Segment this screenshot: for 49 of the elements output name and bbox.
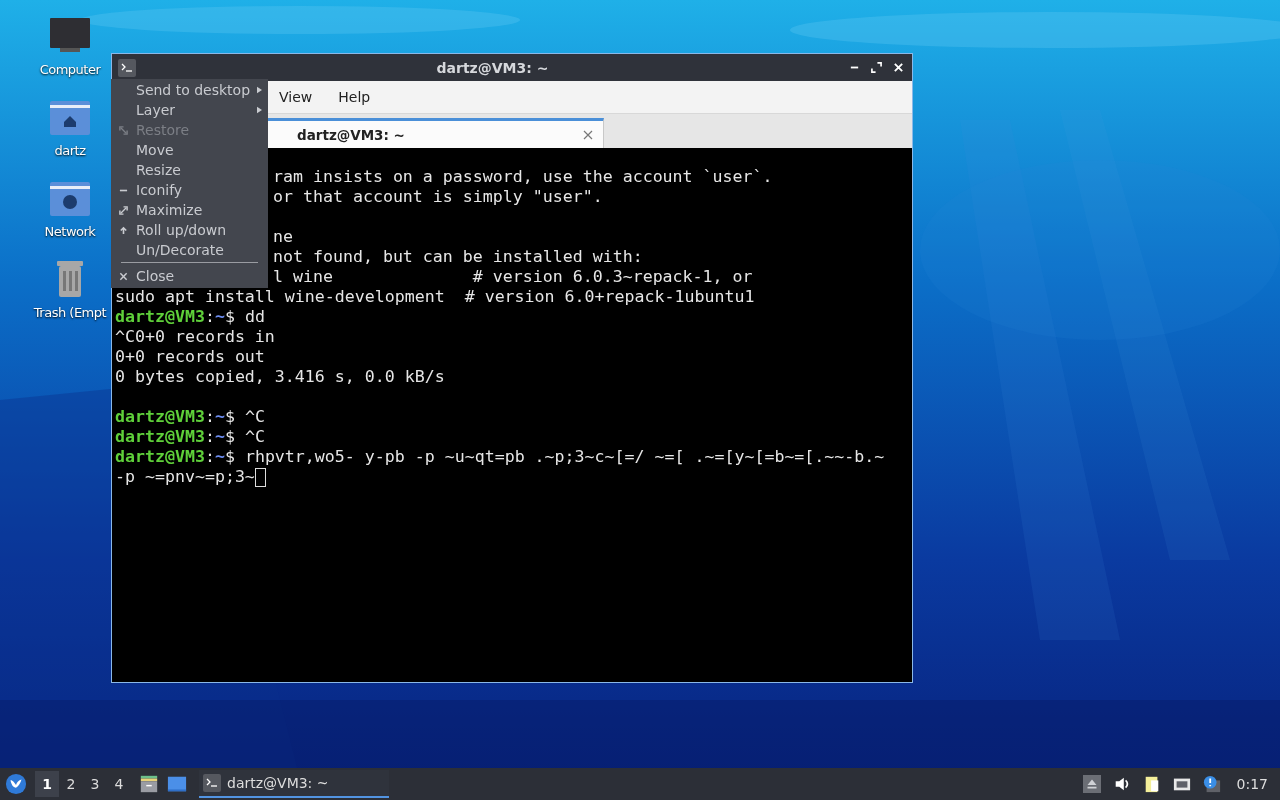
workspace-button[interactable]: 3 [83,771,107,797]
icon-label[interactable]: dartz [54,143,86,158]
window-title: dartz@VM3: ~ [435,59,550,76]
notification-icon[interactable] [1202,775,1221,793]
menu-item[interactable]: Maximize [111,200,268,220]
terminal-line: l wine # version 6.0.3~repack-1, or [273,267,753,287]
file-cabinet-icon[interactable] [139,774,159,794]
terminal-icon [203,774,221,792]
menu-item[interactable]: Roll up/down [111,220,268,240]
terminal-icon[interactable] [118,58,136,77]
terminal-line: ^C0+0 records in [115,327,275,347]
terminal-line: -p ~=pnv~=p;3~ [115,467,255,487]
submenu-arrow-icon [257,86,262,94]
restore-icon [119,125,128,135]
menu-item[interactable]: Send to desktop [111,80,268,100]
maximize-icon [119,205,128,215]
desktop-icon[interactable] [167,774,187,794]
menu-item[interactable]: Iconify [111,180,268,200]
terminal-line: 0+0 records out [115,347,265,367]
terminal-line: dartz@VM3:~$ ^C [115,407,265,427]
menu-item[interactable]: Layer [111,100,268,120]
icon-label[interactable]: Network [44,224,96,239]
terminal-line: sudo apt install wine-development # version 6.0+repack-1ubuntu1 [115,287,755,307]
task-button[interactable]: dartz@VM3: ~ [199,770,389,798]
submenu-arrow-icon [257,106,262,114]
eject-icon[interactable] [1082,775,1101,793]
terminal-line: dartz@VM3:~$ rhpvtr,wo5- y-pb -p ~u~qt=pb .~p;3~c~[=/ ~=[ .~=[y~[=b~=[.~~-b.~ [115,447,885,467]
terminal-line: 0 bytes copied, 3.416 s, 0.0 kB/s [115,367,445,387]
clock[interactable]: 0:17 [1236,776,1268,792]
workspace-button[interactable]: 1 [35,771,59,797]
close-icon [119,271,128,281]
menu-item[interactable]: Un/Decorate [111,240,268,260]
terminal-line: not found, but can be installed with: [273,247,643,267]
terminal-line: dartz@VM3:~$ ^C [115,427,265,447]
up-arrow-icon [119,225,128,235]
terminal-line: dartz@VM3:~$ dd [115,307,265,327]
tab-label: dartz@VM3: ~ [297,126,406,143]
terminal-line: or that account is simply "user". [273,187,603,207]
maximize-icon[interactable] [871,62,882,73]
text-cursor [254,467,266,487]
terminal-line: ne [273,227,293,247]
menu-item[interactable]: Close [111,266,268,286]
menu-item[interactable]: View [275,87,317,107]
menu-item[interactable]: Resize [111,160,268,180]
menu-item[interactable]: Help [334,87,375,107]
terminal-line: ram insists on a password, use the account `user`. [273,167,773,187]
workspace-button[interactable]: 4 [107,771,131,797]
icon-label[interactable]: Trash (Empt [33,305,107,320]
workspace-button[interactable]: 2 [59,771,83,797]
